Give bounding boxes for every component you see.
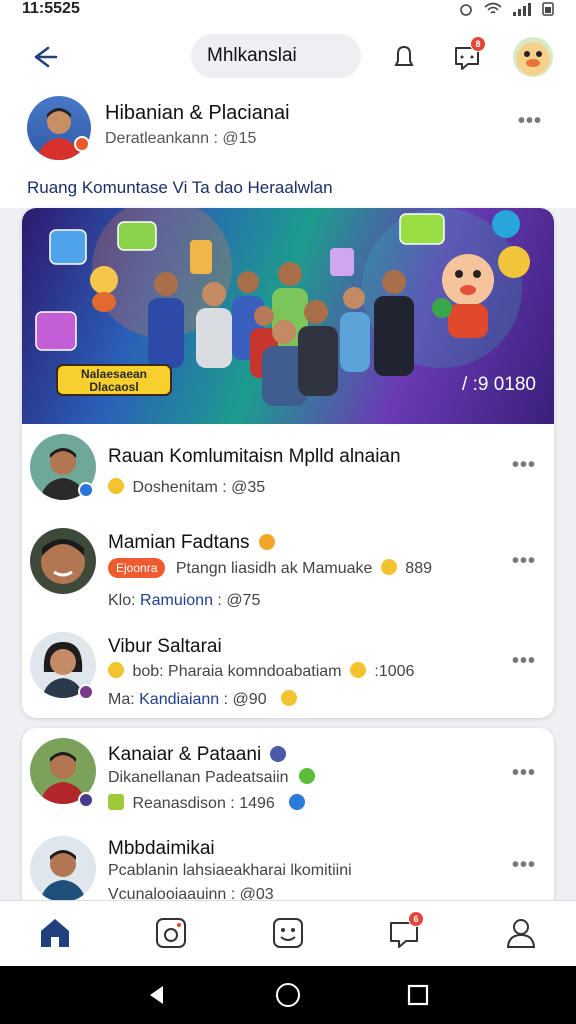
post-avatar[interactable] bbox=[30, 528, 96, 594]
mascot-avatar-icon bbox=[524, 51, 542, 67]
post-title: Rauan Komlumitaisn Mplld alnaian bbox=[108, 446, 401, 467]
emoji-icon bbox=[349, 662, 366, 678]
post-meta-count: 889 bbox=[405, 560, 432, 577]
post-meta: bob: Pharaia komndoabatiam :1006 bbox=[108, 662, 414, 681]
post-item[interactable]: Mamian Fadtans Ejoonra Ptangn liasidh ak… bbox=[22, 524, 554, 628]
post-item[interactable]: Vibur Saltarai bob: Pharaia komndoabatia… bbox=[22, 628, 554, 718]
post-title: Mamian Fadtans bbox=[108, 532, 279, 554]
profile-icon[interactable] bbox=[503, 915, 539, 951]
battery-icon bbox=[542, 2, 554, 16]
alarm-icon bbox=[460, 4, 472, 16]
profile-subtitle: Deratleankann : @15 bbox=[105, 130, 257, 147]
more-options-icon[interactable]: ••• bbox=[512, 454, 536, 477]
post-item[interactable]: Rauan Komlumitaisn Mplld alnaian Dosheni… bbox=[22, 424, 554, 524]
smiley-icon[interactable] bbox=[270, 915, 306, 951]
community-banner[interactable]: Nalaesaean Dlacaosl / :9 0180 bbox=[22, 208, 554, 424]
post-meta-text: Doshenitam : @35 bbox=[132, 479, 266, 496]
bottom-navigation: 6 bbox=[0, 900, 576, 966]
banner-count: / :9 0180 bbox=[462, 374, 536, 395]
post-title-text: Kanaiar & Pataani bbox=[108, 744, 262, 765]
top-app-bar: Mhlkanslai 8 bbox=[0, 18, 576, 96]
section-title: Ruang Komuntase Vi Ta dao Heraalwlan bbox=[27, 178, 333, 197]
verified-badge-icon bbox=[78, 684, 94, 700]
signal-icon bbox=[513, 3, 531, 16]
profile-header: Hibanian & Placianai Deratleankann : @15… bbox=[0, 96, 576, 208]
emoji-icon bbox=[108, 662, 124, 678]
post-meta-secondary: Reanasdison : 1496 bbox=[108, 794, 309, 813]
search-field[interactable]: Mhlkanslai bbox=[191, 34, 361, 78]
post-title: Mbbdaimikai bbox=[108, 838, 215, 859]
home-icon[interactable] bbox=[37, 915, 73, 951]
meta-suffix: : @75 bbox=[217, 592, 261, 609]
category-tag[interactable]: Ejoonra bbox=[108, 558, 166, 578]
meta-suffix: : @90 bbox=[223, 691, 267, 708]
notification-badge: 6 bbox=[408, 911, 424, 927]
more-options-icon[interactable]: ••• bbox=[512, 550, 536, 573]
status-bar: 11:5525 bbox=[0, 0, 576, 18]
system-navigation-bar bbox=[0, 966, 576, 1024]
emoji-icon bbox=[281, 690, 298, 706]
post-title-text: Mamian Fadtans bbox=[108, 532, 250, 553]
notifications-button[interactable]: 6 bbox=[386, 911, 424, 951]
meta-prefix: Ma: bbox=[108, 691, 135, 708]
search-text: Mhlkanslai bbox=[207, 45, 297, 66]
info-icon bbox=[289, 794, 306, 810]
more-options-icon[interactable]: ••• bbox=[512, 854, 536, 877]
message-badge: 8 bbox=[470, 36, 486, 52]
back-arrow-icon[interactable] bbox=[26, 40, 60, 74]
user-avatar[interactable] bbox=[513, 37, 553, 77]
post-meta-secondary: Ma: Kandiaiann : @90 bbox=[108, 690, 301, 709]
post-meta: Dikanellanan Padeatsaiin bbox=[108, 768, 319, 787]
recents-square-icon[interactable] bbox=[407, 984, 429, 1006]
post-meta: Doshenitam : @35 bbox=[108, 478, 265, 497]
verified-badge-icon bbox=[74, 136, 90, 152]
home-circle-icon[interactable] bbox=[275, 982, 301, 1008]
verified-badge-icon bbox=[78, 792, 94, 808]
emoji-icon bbox=[108, 794, 124, 810]
emoji-icon bbox=[258, 534, 275, 550]
post-title: Kanaiar & Pataani bbox=[108, 744, 290, 766]
community-card-secondary: Kanaiar & Pataani Dikanellanan Padeatsai… bbox=[22, 728, 554, 918]
more-options-icon[interactable]: ••• bbox=[512, 762, 536, 785]
back-triangle-icon[interactable] bbox=[145, 983, 169, 1007]
post-meta-secondary: Klo: Ramuionn : @75 bbox=[108, 592, 260, 610]
emoji-icon bbox=[270, 746, 287, 762]
banner-label: Nalaesaean Dlacaosl bbox=[56, 364, 172, 396]
emoji-icon bbox=[380, 559, 397, 575]
profile-name: Hibanian & Placianai bbox=[105, 102, 290, 124]
message-button[interactable]: 8 bbox=[450, 36, 486, 74]
verified-badge-icon bbox=[78, 482, 94, 498]
post-avatar[interactable] bbox=[30, 836, 96, 902]
meta-prefix: bob: bbox=[132, 663, 164, 680]
post-meta-count: :1006 bbox=[374, 663, 415, 680]
wifi-icon bbox=[484, 2, 502, 14]
explore-icon[interactable] bbox=[153, 915, 189, 951]
person-photo-icon bbox=[41, 539, 85, 584]
emoji-icon bbox=[108, 478, 124, 494]
author-link[interactable]: Kandiaiann bbox=[139, 691, 219, 708]
author-link[interactable]: Ramuionn bbox=[140, 592, 213, 609]
post-meta: Pcablanin lahsiaeakharai lkomitiini bbox=[108, 862, 352, 879]
person-photo-icon bbox=[40, 850, 86, 902]
community-card: Nalaesaean Dlacaosl / :9 0180 Rauan Koml… bbox=[22, 208, 554, 718]
post-item[interactable]: Kanaiar & Pataani Dikanellanan Padeatsai… bbox=[22, 728, 554, 824]
post-meta-text: Pharaia komndoabatiam bbox=[168, 663, 342, 680]
post-meta: Ejoonra Ptangn liasidh ak Mamuake 889 bbox=[108, 558, 432, 578]
post-meta-text: Dikanellanan Padeatsaiin bbox=[108, 769, 289, 786]
status-time: 11:5525 bbox=[22, 0, 80, 17]
more-options-icon[interactable]: ••• bbox=[518, 110, 542, 133]
meta-prefix: Klo: bbox=[108, 592, 136, 609]
post-title: Vibur Saltarai bbox=[108, 636, 222, 657]
post-meta-text: Ptangn liasidh ak Mamuake bbox=[175, 560, 373, 577]
bell-icon[interactable] bbox=[387, 40, 421, 74]
more-options-icon[interactable]: ••• bbox=[512, 650, 536, 673]
status-icons bbox=[458, 2, 554, 16]
post-meta-text: Reanasdison : 1496 bbox=[132, 795, 275, 812]
emoji-icon bbox=[299, 768, 316, 784]
